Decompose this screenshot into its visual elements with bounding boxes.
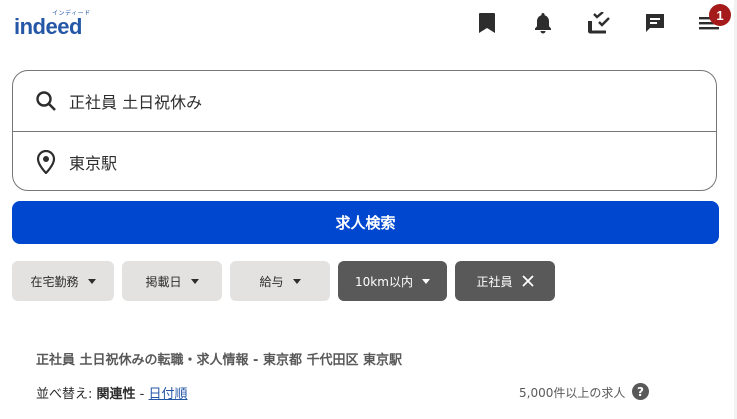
filter-label: 在宅勤務	[30, 274, 79, 289]
what-field[interactable]: 正社員 土日祝休み	[13, 71, 716, 132]
sort-separator: -	[135, 387, 149, 402]
logo-wordmark: indeed	[14, 14, 82, 39]
location-pin-icon	[34, 150, 58, 174]
caret-down-icon	[87, 278, 96, 284]
what-input-value[interactable]: 正社員 土日祝休み	[69, 89, 202, 113]
search-form: 正社員 土日祝休み 東京駅	[12, 70, 717, 191]
results-title: 正社員 土日祝休みの転職・求人情報 - 東京都 千代田区 東京駅	[36, 353, 403, 368]
caret-down-icon	[292, 278, 301, 284]
sort-prefix: 並べ替え:	[36, 387, 97, 402]
filter-label: 正社員	[476, 274, 513, 289]
bell-icon[interactable]	[531, 11, 555, 35]
sort-relevance: 関連性	[96, 387, 136, 402]
indeed-logo[interactable]: インディード indeed	[14, 8, 104, 39]
filter-label: 10km以内	[355, 274, 413, 289]
sort-by-date-link[interactable]: 日付順	[149, 387, 188, 402]
filter-label: 給与	[259, 274, 284, 289]
my-jobs-icon[interactable]	[586, 11, 610, 35]
filter-salary[interactable]: 給与	[230, 261, 330, 301]
filter-date-posted[interactable]: 掲載日	[122, 261, 222, 301]
close-icon[interactable]	[521, 275, 534, 287]
filter-remote[interactable]: 在宅勤務	[12, 261, 114, 301]
caret-down-icon	[190, 278, 199, 284]
where-input-value[interactable]: 東京駅	[69, 150, 117, 174]
filter-label: 掲載日	[145, 274, 182, 289]
messages-icon[interactable]	[643, 11, 667, 35]
find-jobs-button[interactable]: 求人検索	[12, 201, 719, 244]
where-field[interactable]: 東京駅	[13, 132, 716, 192]
notification-badge: 1	[709, 4, 731, 26]
bookmark-icon[interactable]	[475, 11, 499, 35]
filter-distance[interactable]: 10km以内	[338, 261, 447, 301]
job-count: 5,000件以上の求人	[519, 386, 626, 400]
caret-down-icon	[421, 278, 430, 284]
help-icon[interactable]: ?	[632, 383, 649, 400]
filter-job-type[interactable]: 正社員	[455, 261, 555, 301]
sort-controls: 並べ替え: 関連性 - 日付順	[36, 383, 188, 402]
search-icon	[34, 89, 58, 113]
